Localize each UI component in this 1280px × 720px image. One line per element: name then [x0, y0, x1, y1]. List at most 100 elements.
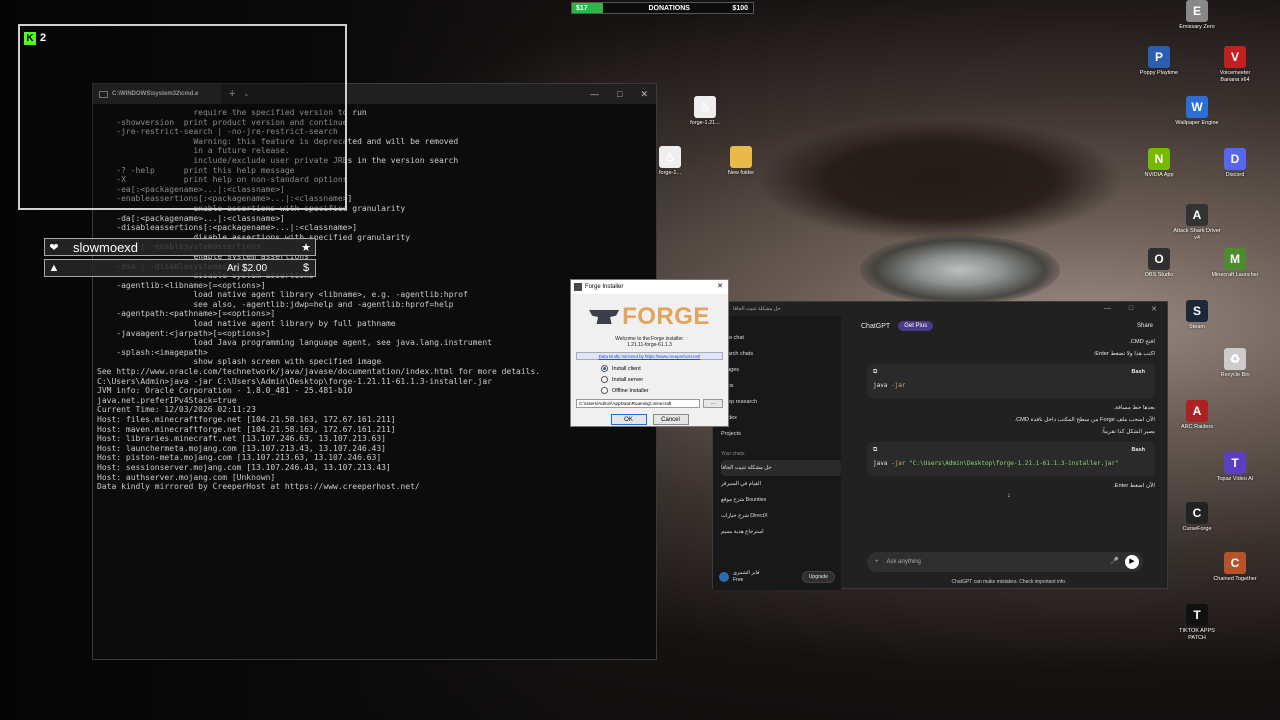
wallpaper-eye — [860, 235, 1060, 305]
attack-shark-icon: A — [1186, 204, 1208, 226]
donation-current: $17 — [576, 4, 588, 12]
sidebar-item-codex[interactable]: Codex — [721, 410, 841, 426]
user-profile[interactable]: فايز الشمري Free Upgrade — [719, 570, 835, 584]
chatgpt-title-bar: حل مشكلة تثبيت الجافا — □ ✕ — [713, 302, 1167, 316]
install-client-option[interactable]: Install client — [601, 363, 728, 374]
star-icon: ★ — [301, 241, 311, 254]
share-button[interactable]: Share — [1137, 323, 1153, 329]
forge-logo-text: FORGE — [622, 303, 710, 330]
desktop-shortcut[interactable]: T TIKTOK APPS PATCH — [1172, 604, 1222, 642]
cmd-output-line: JVM info: Oracle Corporation - 1.8.0_481… — [97, 386, 353, 396]
forge-welcome: Welcome to the Forge installer. 1.21.11-… — [571, 336, 728, 348]
scroll-down-icon[interactable]: ↓ — [851, 492, 1167, 499]
close-button[interactable]: ✕ — [640, 89, 648, 100]
desktop-shortcut[interactable]: E Emissary Zero — [1172, 0, 1222, 31]
copy-icon[interactable]: ⧉ — [873, 446, 877, 454]
attach-plus-icon[interactable]: + — [875, 559, 879, 565]
sidebar-item-new-chat[interactable]: New chat — [721, 330, 841, 346]
desktop-shortcut[interactable]: C CurseForge — [1172, 502, 1222, 533]
assistant-message-line: يصير الشكل كذا تقريباً: — [1101, 429, 1155, 435]
chat-input[interactable]: + Ask anything 🎤 ▶ — [867, 552, 1143, 572]
microphone-icon[interactable]: 🎤 — [1110, 557, 1119, 565]
chat-item[interactable]: القيام في السيرفر — [721, 476, 841, 492]
ok-button[interactable]: OK — [610, 414, 647, 425]
forge-mirror-link[interactable]: Data kindly mirrored by https://www.cree… — [576, 352, 723, 360]
minimize-button[interactable]: — — [590, 89, 599, 100]
upgrade-button[interactable]: Upgrade — [801, 571, 835, 583]
desktop-shortcut[interactable]: W Wallpaper Engine — [1172, 96, 1222, 127]
sidebar-item-projects[interactable]: Projects — [721, 426, 841, 442]
chat-item[interactable]: حل مشكلة تثبيت الجافا — [721, 460, 841, 476]
code-argument: -jar — [891, 382, 906, 389]
desktop-shortcut[interactable]: V Voicemeeter Banana x64 — [1210, 46, 1260, 84]
radio-button[interactable] — [601, 387, 608, 394]
forge-installer-window[interactable]: Forge Installer ✕ FORGE Welcome to the F… — [570, 279, 729, 427]
obs-icon: O — [1148, 248, 1170, 270]
radio-button[interactable] — [601, 365, 608, 372]
voice-mode-button[interactable]: ▶ — [1125, 555, 1139, 569]
desktop-shortcut[interactable]: ♻ Recycle Bin — [1210, 348, 1260, 379]
desktop-shortcut-label: Voicemeeter Banana x64 — [1219, 70, 1251, 83]
desktop-shortcut-label: Minecraft Launcher — [1211, 272, 1259, 278]
sidebar-item-images[interactable]: Images — [721, 362, 841, 378]
desktop-shortcut[interactable]: O OBS Studio — [1134, 248, 1184, 279]
desktop-shortcut-label: New folder — [727, 170, 755, 176]
topaz-icon: T — [1224, 452, 1246, 474]
cmd-output-line: Host: authserver.mojang.com [Unknown] — [97, 472, 276, 482]
desktop-shortcut[interactable]: D Discord — [1210, 148, 1260, 179]
desktop-shortcut[interactable]: M Minecraft Launcher — [1210, 248, 1260, 279]
chatgpt-main: ChatGPT Get Plus Share افتح CMD. اكتب هذ… — [851, 316, 1167, 588]
cmd-output-line: java.net.preferIPv4Stack=true — [97, 395, 237, 405]
desktop-shortcut-label: ARC Raiders — [1180, 424, 1214, 430]
model-selector[interactable]: ChatGPT — [861, 323, 890, 330]
desktop-shortcut[interactable]: C Chained Together — [1210, 552, 1260, 583]
donation-goal-bar: $17 DONATIONS $100 — [571, 2, 754, 14]
cancel-button[interactable]: Cancel — [652, 414, 689, 425]
option-label: Offline Installer — [612, 387, 649, 394]
desktop-shortcut[interactable]: ♨ forge-1.21... — [680, 96, 730, 127]
copy-icon[interactable]: ⧉ — [873, 368, 877, 376]
chat-item[interactable]: Bounties شرح موقع — [721, 492, 841, 508]
install-server-option[interactable]: Install server — [601, 374, 728, 385]
desktop-shortcut[interactable]: A ARC Raiders — [1172, 400, 1222, 431]
minimize-button[interactable]: — — [1104, 305, 1111, 313]
desktop-shortcut[interactable]: N NVIDIA App — [1134, 148, 1184, 179]
offline-installer-option[interactable]: Offline Installer — [601, 385, 728, 396]
get-plus-button[interactable]: Get Plus — [898, 321, 934, 331]
desktop-shortcut[interactable]: S Steam — [1172, 300, 1222, 331]
recycle-bin-icon: ♻ — [1224, 348, 1246, 370]
minecraft-icon: M — [1224, 248, 1246, 270]
sidebar-item-apps[interactable]: Apps — [721, 378, 841, 394]
chat-input-placeholder: Ask anything — [886, 559, 921, 565]
desktop-shortcut-label: Recycle Bin — [1220, 372, 1250, 378]
avatar — [719, 572, 729, 582]
install-path-field[interactable]: C:\Users\Admin\AppData\Roaming\.minecraf… — [576, 399, 700, 408]
sidebar-item-search-chats[interactable]: Search chats — [721, 346, 841, 362]
heart-icon: ❤ — [49, 241, 59, 254]
cmd-output-line: See http://www.oracle.com/technetwork/ja… — [97, 367, 541, 377]
cmd-output-line: Host: files.minecraftforge.net [104.21.5… — [97, 415, 396, 424]
curseforge-icon: C — [1186, 502, 1208, 524]
desktop-shortcut[interactable]: T Topaz Video AI — [1210, 452, 1260, 483]
close-button[interactable]: ✕ — [1151, 305, 1157, 313]
donation-label: DONATIONS — [648, 4, 690, 12]
desktop-shortcut[interactable]: A Attack Shark Driver v4 — [1172, 204, 1222, 242]
sidebar-item-deep-research[interactable]: Deep research — [721, 394, 841, 410]
kick-viewer-count: 2 — [40, 32, 47, 44]
folder-icon — [730, 146, 752, 168]
chatgpt-window[interactable]: حل مشكلة تثبيت الجافا — □ ✕ New chat Sea… — [712, 301, 1168, 590]
desktop-shortcut[interactable]: P Poppy Playtime — [1134, 46, 1184, 77]
desktop-shortcut-label: Discord — [1225, 172, 1245, 178]
forge-close-button[interactable]: ✕ — [717, 282, 723, 290]
discord-icon: D — [1224, 148, 1246, 170]
chat-item[interactable]: استرجاع هدية بسيم — [721, 524, 841, 540]
desktop-shortcut[interactable]: New folder — [716, 146, 766, 177]
chat-item[interactable]: DirectX شرح خيارات — [721, 508, 841, 524]
browse-button[interactable]: ... — [703, 399, 723, 408]
latest-follower-row: ❤ slowmoexd ★ — [44, 238, 316, 256]
radio-button[interactable] — [601, 376, 608, 383]
maximize-button[interactable]: □ — [1129, 305, 1133, 313]
option-label: Install client — [612, 365, 641, 372]
desktop-shortcut-label: OBS Studio — [1144, 272, 1174, 278]
maximize-button[interactable]: □ — [617, 89, 622, 100]
